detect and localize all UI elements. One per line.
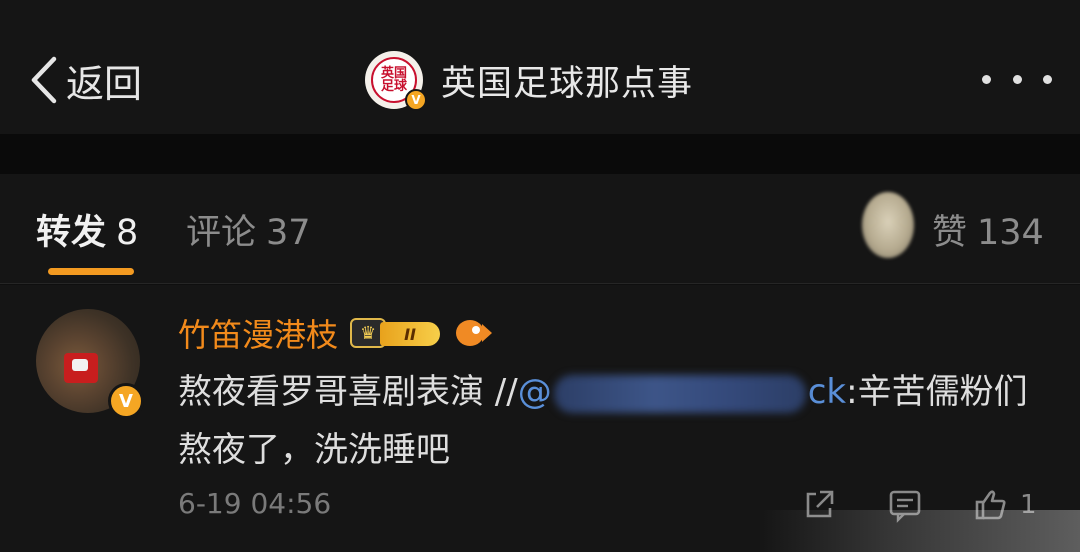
top-nav-bar: 返回 英国 足球 V 英国足球那点事 [0,0,1080,134]
more-button[interactable] [982,64,1052,94]
more-dot [1043,74,1052,84]
tab-repost-count: 8 [116,213,139,253]
tab-like-count: 134 [977,213,1044,253]
logo-text-bottom: 足球 [380,79,407,94]
mention-start[interactable]: @ [518,372,552,412]
liker-avatar[interactable] [862,192,914,258]
comment-text: 熬夜看罗哥喜剧表演 //@ ck:辛苦儒粉们熬夜了，洗洗睡吧 [178,363,1048,479]
more-dot [1012,74,1022,84]
active-tab-indicator [48,268,134,275]
verified-badge-icon: V [108,383,144,419]
mention-end[interactable]: ck [808,372,846,412]
tab-repost[interactable]: 转发 8 [36,204,138,255]
more-dot [982,74,991,84]
verified-badge-icon: V [405,89,427,111]
watermark [758,510,1080,552]
tab-repost-label: 转发 [36,213,107,253]
tab-comment[interactable]: 评论 37 [186,204,311,255]
tab-bar: 转发 8 评论 37 赞 134 [0,174,1080,284]
chevron-left-icon [31,56,57,104]
tab-comment-count: 37 [266,213,311,253]
level-label: II [380,322,441,346]
username[interactable]: 竹笛漫港枝 [178,310,338,356]
tab-like[interactable]: 赞 134 [932,204,1044,255]
account-logo: 英国 足球 V [365,51,427,111]
page-title: 英国足球那点事 [441,63,694,104]
back-label: 返回 [66,61,143,106]
section-divider [0,134,1080,174]
blurred-mention [553,374,806,413]
member-level-badge: ♛ II [350,316,444,350]
fish-icon [452,316,493,350]
timestamp: 6-19 04:56 [178,487,332,520]
account-title[interactable]: 英国 足球 V 英国足球那点事 [365,48,693,112]
tab-like-label: 赞 [932,213,968,253]
comment-text-before: 熬夜看罗哥喜剧表演 // [178,372,518,412]
tab-comment-label: 评论 [186,213,257,253]
back-button[interactable]: 返回 [28,50,142,110]
username-line: 竹笛漫港枝 ♛ II [178,310,493,356]
